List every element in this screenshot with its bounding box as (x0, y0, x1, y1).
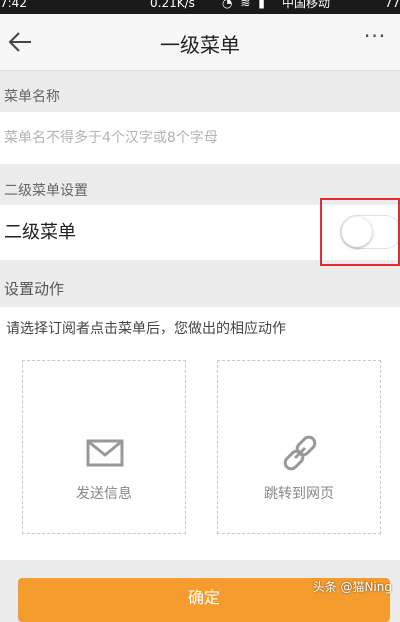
menu-name-input[interactable] (0, 112, 400, 164)
wifi-icon: ≋ (240, 0, 253, 10)
mail-icon (86, 439, 124, 467)
menu-name-section-label: 菜单名称 (4, 89, 60, 105)
submenu-row-label: 二级菜单 (4, 222, 76, 243)
send-message-label: 发送信息 (76, 486, 132, 502)
status-net-speed: 0.21K/s (150, 0, 195, 10)
page-title: 一级菜单 (160, 33, 240, 57)
status-time: 7:42 (0, 0, 27, 10)
actions-description: 请选择订阅者点击菜单后，您做出的相应动作 (6, 321, 286, 337)
clock-icon: ◔ (222, 0, 235, 10)
signal-icon: ▮ (258, 0, 267, 10)
status-icons: ◔ ≋ ▮ (222, 0, 267, 10)
status-carrier: 中国移动 (282, 0, 331, 10)
submenu-section-label: 二级菜单设置 (4, 183, 88, 199)
send-message-card[interactable]: 发送信息 (22, 360, 186, 534)
highlight-box (320, 198, 400, 266)
status-bar: 7:42 0.21K/s ◔ ≋ ▮ 中国移动 77 (0, 0, 400, 14)
link-icon (283, 435, 317, 471)
jump-to-webpage-label: 跳转到网页 (264, 486, 334, 502)
title-bar: 一级菜单 ··· (0, 14, 400, 71)
jump-to-webpage-card[interactable]: 跳转到网页 (217, 360, 381, 534)
watermark: 头条 @猫Ning (312, 580, 392, 594)
more-options-button[interactable]: ··· (364, 26, 394, 56)
actions-section-label: 设置动作 (4, 280, 65, 298)
status-battery: 77 (384, 0, 400, 10)
